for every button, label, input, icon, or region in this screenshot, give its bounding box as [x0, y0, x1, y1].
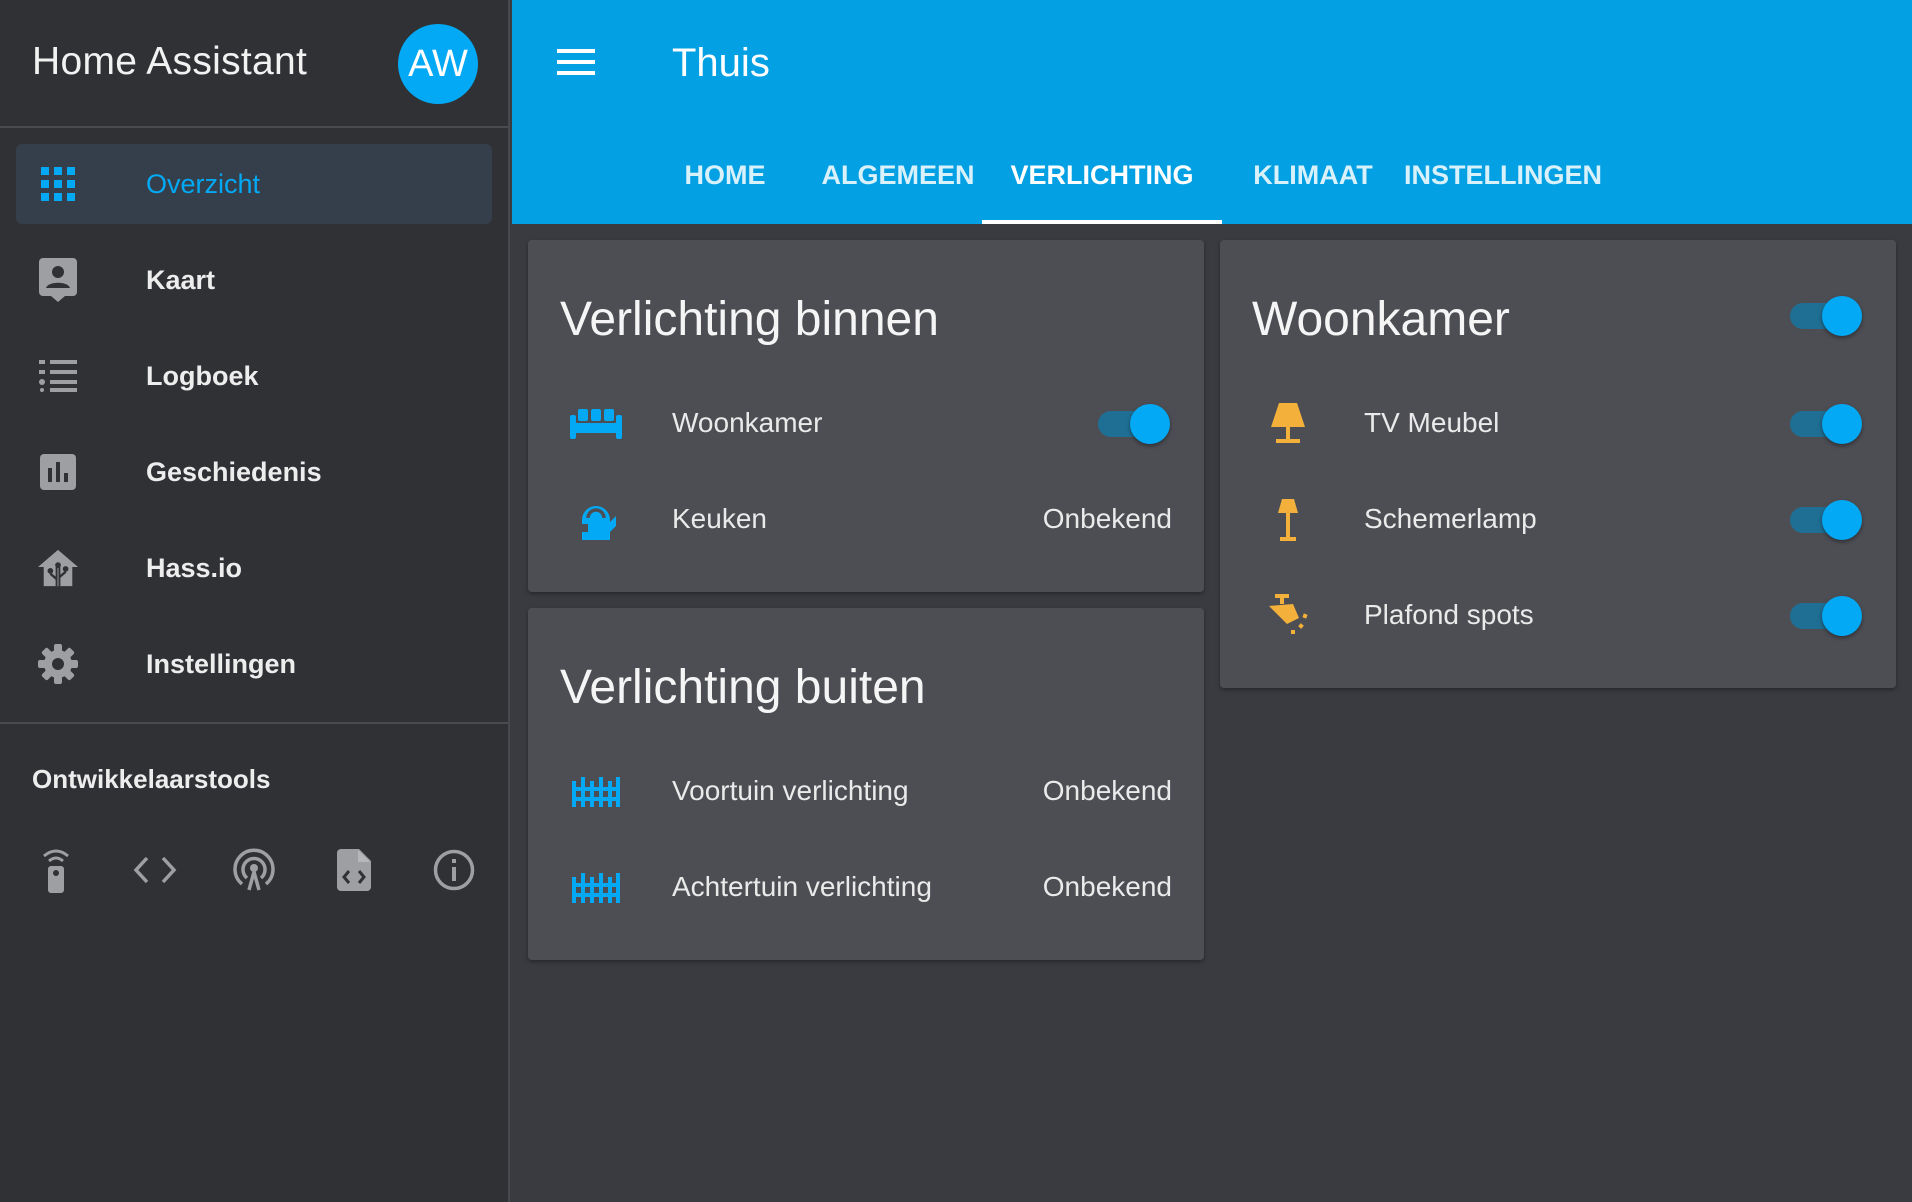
- entity-row-voortuin[interactable]: Voortuin verlichting Onbekend: [528, 757, 1204, 827]
- entity-row-woonkamer[interactable]: Woonkamer: [528, 389, 1204, 459]
- sidebar-item-label: Overzicht: [146, 168, 261, 199]
- entity-label: Plafond spots: [1364, 599, 1534, 630]
- entity-row-keuken[interactable]: Keuken Onbekend: [528, 485, 1204, 555]
- user-avatar[interactable]: AW: [398, 24, 478, 104]
- sidebar-item-overzicht[interactable]: Overzicht: [16, 144, 492, 224]
- devtools-bar: [30, 840, 490, 900]
- app-title: Home Assistant: [32, 40, 308, 83]
- entity-label: Keuken: [672, 503, 767, 534]
- entity-label: Schemerlamp: [1364, 503, 1537, 534]
- card-verlichting-binnen: Verlichting binnen Woonkamer Keuken Onbe…: [528, 240, 1204, 592]
- hamburger-icon: [557, 48, 595, 80]
- podcast-icon[interactable]: [228, 840, 280, 900]
- active-tab-indicator: [982, 220, 1222, 224]
- info-icon[interactable]: [428, 840, 480, 900]
- entity-label: Woonkamer: [672, 407, 823, 438]
- entity-state: Onbekend: [1042, 775, 1172, 806]
- entity-label: Achtertuin verlichting: [672, 871, 932, 902]
- sidebar-header: Home Assistant AW: [0, 0, 508, 128]
- sidebar-item-label: Kaart: [146, 264, 216, 295]
- card-title: Woonkamer: [1252, 293, 1510, 346]
- fence-icon: [568, 769, 624, 815]
- lamp-icon: [1260, 401, 1316, 447]
- card-title: Verlichting binnen: [560, 293, 939, 346]
- sidebar: Home Assistant AW Overzicht Kaart Logboe…: [0, 0, 510, 1202]
- sidebar-item-hassio[interactable]: Hass.io: [16, 528, 492, 608]
- sidebar-item-label: Instellingen: [146, 648, 297, 679]
- tab-label: VERLICHTING: [1010, 160, 1194, 190]
- entity-toggle[interactable]: [1788, 596, 1864, 636]
- sidebar-nav: Overzicht Kaart Logboek Geschiedenis Has…: [0, 144, 508, 720]
- entity-label: Voortuin verlichting: [672, 775, 909, 806]
- entity-toggle[interactable]: [1096, 404, 1172, 444]
- apps-grid-icon: [38, 164, 78, 204]
- devtools-title: Ontwikkelaarstools: [32, 764, 271, 794]
- floor-lamp-icon: [1260, 497, 1316, 543]
- sidebar-divider: [0, 722, 508, 724]
- entity-row-schemerlamp[interactable]: Schemerlamp: [1220, 485, 1896, 555]
- toggle-knob: [1822, 404, 1862, 444]
- entity-state: Onbekend: [1042, 503, 1172, 534]
- tab-instellingen[interactable]: INSTELLINGEN: [1404, 144, 1602, 224]
- entity-row-achtertuin[interactable]: Achtertuin verlichting Onbekend: [528, 853, 1204, 923]
- format-list-icon: [38, 356, 78, 396]
- entity-row-plafond-spots[interactable]: Plafond spots: [1220, 581, 1896, 651]
- toggle-knob: [1130, 404, 1170, 444]
- entity-toggle[interactable]: [1788, 500, 1864, 540]
- home-assistant-icon: [38, 548, 78, 588]
- entity-label: TV Meubel: [1364, 407, 1500, 438]
- sidebar-item-label: Hass.io: [146, 552, 243, 583]
- ceiling-spot-icon: [1260, 593, 1316, 639]
- entity-state: Onbekend: [1042, 871, 1172, 902]
- sidebar-item-label: Geschiedenis: [146, 456, 322, 487]
- entity-toggle[interactable]: [1788, 404, 1864, 444]
- toggle-knob: [1822, 296, 1862, 336]
- remote-icon[interactable]: [30, 840, 82, 900]
- tab-algemeen[interactable]: ALGEMEEN: [810, 144, 986, 224]
- toggle-knob: [1822, 500, 1862, 540]
- tab-klimaat[interactable]: KLIMAAT: [1232, 144, 1394, 224]
- card-title: Verlichting buiten: [560, 661, 926, 714]
- sidebar-item-geschiedenis[interactable]: Geschiedenis: [16, 432, 492, 512]
- toggle-knob: [1822, 596, 1862, 636]
- account-box-icon: [38, 258, 78, 302]
- file-code-icon[interactable]: [328, 840, 380, 900]
- card-verlichting-buiten: Verlichting buiten Voortuin verlichting …: [528, 608, 1204, 960]
- code-brackets-icon[interactable]: [129, 840, 181, 900]
- chart-bar-icon: [38, 452, 78, 492]
- card-woonkamer: Woonkamer TV Meubel Schemerlamp Plafond …: [1220, 240, 1896, 688]
- fence-icon: [568, 865, 624, 911]
- card-header-toggle[interactable]: [1788, 296, 1864, 336]
- sidebar-item-label: Logboek: [146, 360, 259, 391]
- sidebar-item-logboek[interactable]: Logboek: [16, 336, 492, 416]
- sofa-icon: [568, 401, 624, 447]
- page-title: Thuis: [672, 41, 770, 85]
- app-root: Home Assistant AW Overzicht Kaart Logboe…: [0, 0, 1912, 1202]
- entity-row-tv-meubel[interactable]: TV Meubel: [1220, 389, 1896, 459]
- gear-icon: [38, 644, 78, 684]
- top-toolbar: Thuis HOME ALGEMEEN VERLICHTING KLIMAAT …: [512, 0, 1912, 224]
- sidebar-item-instellingen[interactable]: Instellingen: [16, 624, 492, 704]
- tab-home[interactable]: HOME: [652, 144, 798, 224]
- kettle-icon: [568, 497, 624, 543]
- menu-button[interactable]: [552, 40, 600, 88]
- tab-verlichting[interactable]: VERLICHTING: [982, 144, 1222, 224]
- sidebar-item-kaart[interactable]: Kaart: [16, 240, 492, 320]
